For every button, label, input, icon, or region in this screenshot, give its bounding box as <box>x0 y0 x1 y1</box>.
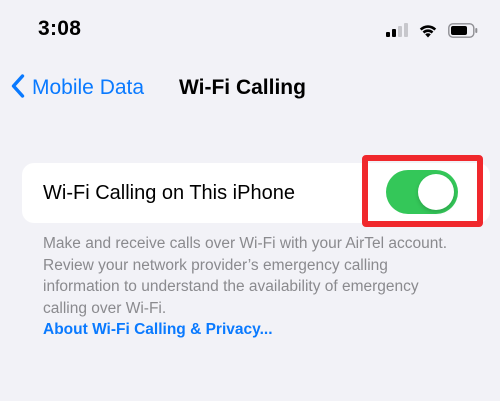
status-time: 3:08 <box>38 17 82 40</box>
highlight-box <box>362 155 483 227</box>
footer-text: Make and receive calls over Wi-Fi with y… <box>43 235 448 317</box>
back-button[interactable]: Mobile Data <box>10 70 144 106</box>
battery-icon <box>448 22 478 38</box>
privacy-link[interactable]: About Wi-Fi Calling & Privacy... <box>43 319 463 341</box>
page-title: Wi-Fi Calling <box>179 76 306 99</box>
footer-description: Make and receive calls over Wi-Fi with y… <box>43 233 463 341</box>
wifi-calling-label: Wi-Fi Calling on This iPhone <box>43 182 295 204</box>
screen: 3:08 Mobile Data Wi-Fi Calling Wi-Fi Cal… <box>0 0 500 401</box>
back-button-label: Mobile Data <box>32 76 145 99</box>
chevron-left-icon <box>10 73 26 104</box>
cellular-signal-icon <box>386 23 408 37</box>
status-icons <box>386 20 478 40</box>
wifi-icon <box>418 23 438 38</box>
navigation-bar: Mobile Data Wi-Fi Calling <box>0 70 500 106</box>
